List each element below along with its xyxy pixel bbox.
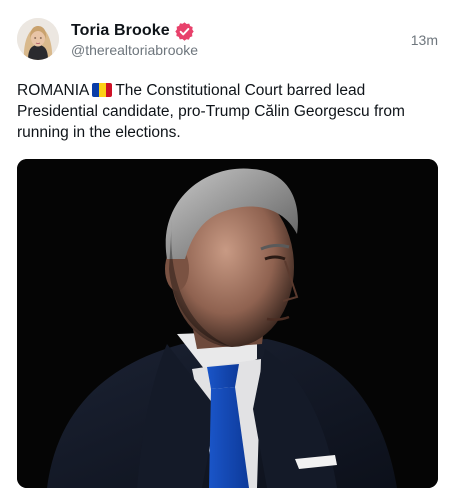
- verified-badge-icon: [174, 21, 195, 42]
- author-handle[interactable]: @therealtoriabrooke: [71, 42, 198, 58]
- avatar[interactable]: [17, 18, 59, 60]
- post-card[interactable]: Toria Brooke @therealtoriabrooke 13m ROM…: [0, 0, 455, 500]
- post-text: ROMANIA The Constitutional Court barred l…: [17, 80, 442, 143]
- post-photo[interactable]: [17, 159, 438, 488]
- portrait-photo: [17, 159, 438, 488]
- author-display-name[interactable]: Toria Brooke: [71, 22, 170, 40]
- romania-flag-icon: [92, 83, 113, 97]
- post-text-country: ROMANIA: [17, 82, 90, 99]
- post-timestamp[interactable]: 13m: [411, 32, 438, 48]
- author-name-row[interactable]: Toria Brooke: [71, 20, 195, 42]
- author-photo: [17, 18, 59, 60]
